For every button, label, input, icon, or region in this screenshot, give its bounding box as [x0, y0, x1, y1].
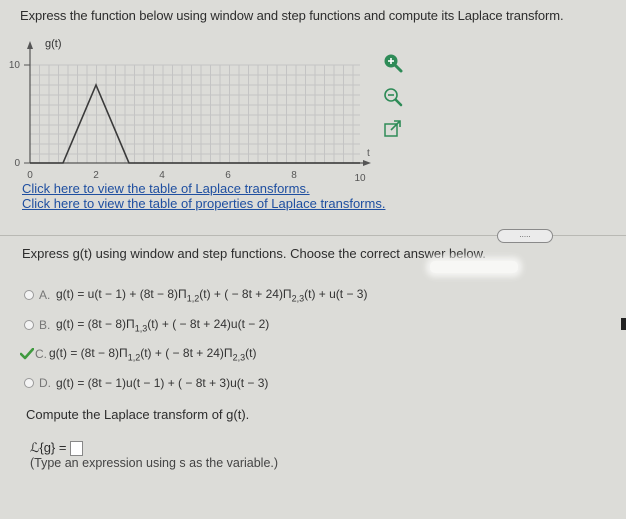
- question-text: Express the function below using window …: [20, 8, 564, 23]
- option-d-radio[interactable]: [24, 378, 34, 388]
- option-d-letter: D.: [39, 376, 51, 390]
- option-b-letter: B.: [39, 318, 51, 333]
- option-b[interactable]: B. g(t) = (8t − 8)Π1,3(t) + ( − 8t + 24)…: [24, 317, 269, 333]
- compute-instruction: Compute the Laplace transform of g(t).: [26, 407, 250, 422]
- answer-input[interactable]: [70, 440, 84, 456]
- option-c-expression: g(t) = (8t − 8)Π1,2(t) + ( − 8t + 24)Π2,…: [49, 346, 257, 363]
- option-d-expression: g(t) = (8t − 1)u(t − 1) + ( − 8t + 3)u(t…: [56, 376, 269, 390]
- zoom-out-icon[interactable]: [382, 86, 404, 108]
- y-tick-10: 10: [9, 60, 21, 71]
- more-button[interactable]: .....: [497, 229, 553, 243]
- laplace-table-link[interactable]: Click here to view the table of Laplace …: [22, 181, 385, 196]
- x-tick-2: 2: [93, 170, 99, 181]
- x-axis-label: t: [367, 148, 370, 159]
- zoom-in-icon[interactable]: [382, 52, 404, 74]
- checkmark-icon: [20, 348, 34, 360]
- option-a-expression: g(t) = u(t − 1) + (8t − 8)Π1,2(t) + ( − …: [56, 287, 368, 304]
- laplace-properties-link[interactable]: Click here to view the table of properti…: [22, 196, 385, 211]
- option-a[interactable]: A. g(t) = u(t − 1) + (8t − 8)Π1,2(t) + (…: [24, 287, 367, 303]
- edge-marker: [621, 318, 626, 330]
- option-c[interactable]: C. g(t) = (8t − 8)Π1,2(t) + ( − 8t + 24)…: [20, 346, 256, 362]
- x-tick-6: 6: [225, 170, 231, 181]
- option-d[interactable]: D. g(t) = (8t − 1)u(t − 1) + ( − 8t + 3)…: [24, 376, 268, 390]
- x-tick-0: 0: [27, 170, 33, 181]
- option-b-expression: g(t) = (8t − 8)Π1,3(t) + ( − 8t + 24)u(t…: [56, 317, 270, 334]
- x-tick-8: 8: [291, 170, 297, 181]
- answer-hint: (Type an expression using s as the varia…: [30, 456, 279, 470]
- reference-links: Click here to view the table of Laplace …: [22, 181, 385, 211]
- external-link-icon[interactable]: [382, 118, 404, 140]
- option-a-radio[interactable]: [24, 290, 34, 301]
- laplace-label: ℒ{g} =: [30, 440, 67, 455]
- option-a-letter: A.: [39, 288, 51, 303]
- obscured-region: [430, 261, 518, 273]
- prompt-text: Express g(t) using window and step funct…: [22, 246, 486, 261]
- y-tick-0: 0: [14, 158, 20, 169]
- y-axis-label: g(t): [45, 38, 62, 50]
- option-b-radio[interactable]: [24, 320, 34, 331]
- answer-row: ℒ{g} =: [30, 440, 84, 456]
- function-plot-line: [30, 82, 360, 164]
- graph-grid: [29, 64, 360, 163]
- function-graph: g(t) 10 0 0 2 4 6 8 10 t: [9, 38, 390, 188]
- x-tick-4: 4: [159, 170, 165, 181]
- option-c-letter: C.: [35, 347, 47, 362]
